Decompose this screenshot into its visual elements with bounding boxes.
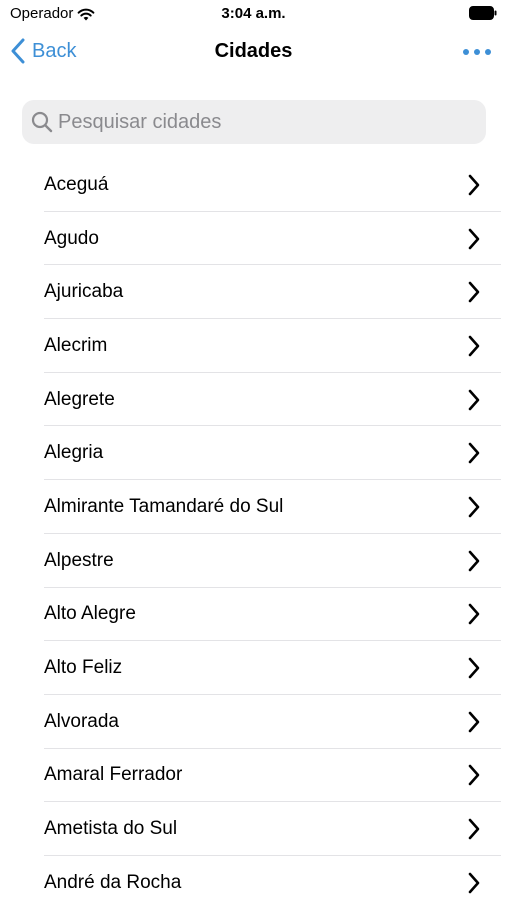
- city-name: Alegrete: [44, 388, 115, 410]
- city-name: Agudo: [44, 227, 99, 249]
- city-name: Amaral Ferrador: [44, 764, 183, 786]
- list-item[interactable]: Alvorada: [0, 695, 507, 749]
- city-name: Alecrim: [44, 334, 108, 356]
- more-options-button[interactable]: [459, 38, 495, 66]
- search-input[interactable]: [58, 110, 458, 134]
- list-item[interactable]: Aceguá: [0, 158, 507, 212]
- city-name: Alto Feliz: [44, 657, 123, 679]
- list-item[interactable]: Ametista do Sul: [0, 802, 507, 856]
- city-name: Alpestre: [44, 549, 114, 571]
- list-item[interactable]: Alegria: [0, 426, 507, 481]
- chevron-right-icon: [468, 711, 480, 733]
- city-name: Alegria: [44, 442, 104, 464]
- list-item[interactable]: Almirante Tamandaré do Sul: [0, 480, 507, 534]
- city-name: Almirante Tamandaré do Sul: [44, 495, 284, 517]
- city-name: Ajuricaba: [44, 281, 124, 303]
- city-name: Alvorada: [44, 710, 119, 732]
- list-item[interactable]: Alto Feliz: [0, 641, 507, 695]
- city-list: Aceguá Agudo Ajuricaba Alecrim Alegrete Alegr…: [0, 158, 507, 900]
- chevron-right-icon: [468, 550, 480, 571]
- list-item[interactable]: Ajuricaba: [0, 265, 507, 320]
- chevron-right-icon: [468, 496, 480, 518]
- more-dots-icon: [463, 49, 491, 55]
- chevron-right-icon: [468, 872, 480, 894]
- city-name: Alto Alegre: [44, 603, 136, 625]
- city-name: André da Rocha: [44, 871, 182, 893]
- chevron-right-icon: [468, 604, 480, 625]
- status-time: 3:04 a.m.: [221, 5, 286, 22]
- search-bar: [22, 100, 486, 144]
- list-item[interactable]: Alpestre: [0, 534, 507, 588]
- chevron-right-icon: [468, 335, 480, 357]
- screen: Operador 3:04 a.m. Back Cidades Pesquisa…: [0, 0, 507, 900]
- status-bar: Operador 3:04 a.m.: [0, 0, 507, 28]
- city-name: Ametista do Sul: [44, 818, 178, 840]
- list-item[interactable]: Amaral Ferrador: [0, 749, 507, 803]
- list-item[interactable]: Alecrim: [0, 319, 507, 373]
- list-item[interactable]: Agudo: [0, 212, 507, 266]
- list-item[interactable]: André da Rocha: [0, 856, 507, 900]
- chevron-right-icon: [468, 174, 480, 196]
- navigation-bar: Back Cidades: [0, 30, 507, 74]
- chevron-right-icon: [468, 228, 480, 249]
- chevron-right-icon: [468, 657, 480, 679]
- chevron-right-icon: [468, 442, 480, 464]
- city-name: Aceguá: [44, 173, 109, 195]
- list-item[interactable]: Alto Alegre: [0, 588, 507, 642]
- page-title: Cidades: [214, 40, 293, 62]
- battery-icon: [469, 6, 497, 20]
- list-item[interactable]: Alegrete: [0, 373, 507, 427]
- search-icon: [31, 111, 53, 133]
- chevron-right-icon: [468, 765, 480, 786]
- chevron-right-icon: [468, 389, 480, 410]
- chevron-right-icon: [468, 818, 480, 840]
- chevron-right-icon: [468, 281, 480, 303]
